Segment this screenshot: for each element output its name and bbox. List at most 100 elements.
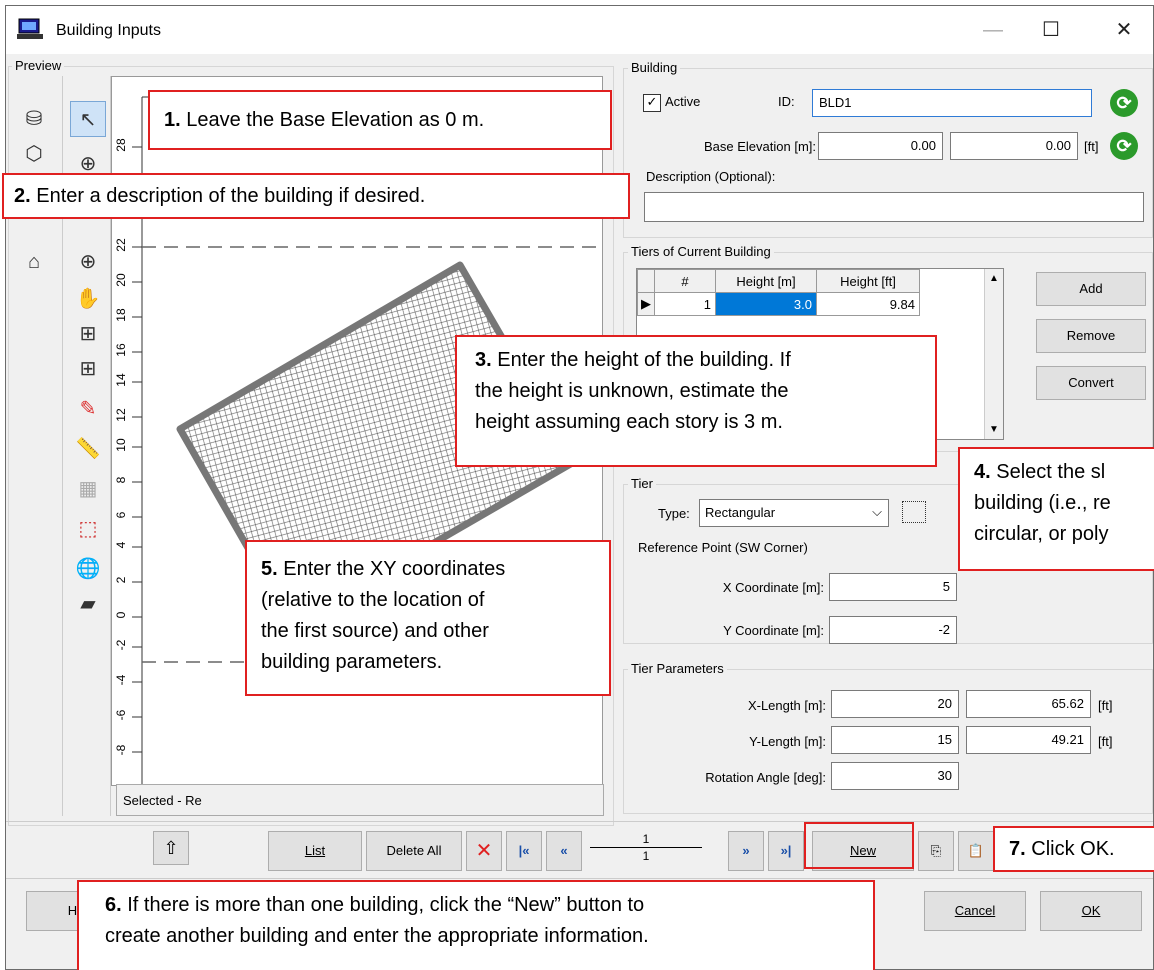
id-label: ID: xyxy=(778,94,795,109)
scroll-up-icon[interactable]: ▲ xyxy=(985,273,1003,284)
annotation-3: 3. Enter the height of the building. If … xyxy=(455,335,937,467)
annotation-5-line4: building parameters. xyxy=(261,651,443,673)
col-header-num[interactable]: # xyxy=(654,269,716,293)
refresh-elevation-icon[interactable]: ⟳ xyxy=(1110,132,1138,160)
maximize-button[interactable]: ☐ xyxy=(1031,14,1071,46)
list-button[interactable]: List xyxy=(268,831,362,871)
annotation-6: 6. If there is more than one building, c… xyxy=(77,880,875,970)
close-button[interactable]: ✕ xyxy=(1104,14,1144,46)
remove-tier-button[interactable]: Remove xyxy=(1036,319,1146,353)
ruler-label: 12 xyxy=(114,408,128,422)
delete-icon[interactable]: ✕ xyxy=(466,831,502,871)
ruler-label: -4 xyxy=(114,674,128,686)
scroll-down-icon[interactable]: ▼ xyxy=(985,424,1003,435)
annotation-3-line2: the height is unknown, estimate the xyxy=(475,380,789,402)
description-input[interactable] xyxy=(644,192,1144,222)
annotation-7-number: 7. xyxy=(1009,838,1026,860)
x-length-m-input[interactable]: 20 xyxy=(831,690,959,718)
rotation-angle-input[interactable]: 30 xyxy=(831,762,959,790)
add-tier-button[interactable]: Add xyxy=(1036,272,1146,306)
last-record-icon[interactable]: »| xyxy=(768,831,804,871)
x-length-ft-unit: [ft] xyxy=(1098,698,1113,713)
prev-record-icon[interactable]: « xyxy=(546,831,582,871)
preview-label: Preview xyxy=(12,58,65,73)
annotation-5-line1: Enter the XY coordinates xyxy=(277,558,506,580)
annotation-6-line2: create another building and enter the ap… xyxy=(105,925,649,947)
cell-height-ft[interactable]: 9.84 xyxy=(816,292,920,316)
minimize-button[interactable]: — xyxy=(973,14,1013,46)
annotation-1-number: 1. xyxy=(164,109,181,131)
ruler-label: 2 xyxy=(114,576,128,584)
app-icon xyxy=(16,18,44,40)
table-row[interactable]: ▶ 1 3.0 9.84 xyxy=(637,292,920,316)
rotation-angle-label: Rotation Angle [deg]: xyxy=(705,770,826,785)
pointer-tool-icon[interactable]: ↖ xyxy=(70,101,106,137)
y-length-m-input[interactable]: 15 xyxy=(831,726,959,754)
first-record-icon[interactable]: |« xyxy=(506,831,542,871)
id-input[interactable]: BLD1 xyxy=(812,89,1092,117)
import-icon[interactable]: ⇧ xyxy=(153,831,189,865)
col-header-height-m[interactable]: Height [m] xyxy=(715,269,817,293)
tier-group-label: Tier xyxy=(628,476,656,491)
ok-button[interactable]: OK xyxy=(1040,891,1142,931)
annotation-3-number: 3. xyxy=(475,349,492,371)
annotation-1-text: Leave the Base Elevation as 0 m. xyxy=(180,109,485,131)
annotation-4-line2: building (i.e., re xyxy=(974,492,1111,514)
building-outline-icon[interactable]: ▦ xyxy=(70,471,106,507)
select-rect-icon[interactable]: ⬚ xyxy=(70,511,106,547)
annotation-4-line3: circular, or poly xyxy=(974,523,1109,545)
divider xyxy=(6,821,1153,822)
annotation-7: 7. Click OK. xyxy=(993,826,1154,872)
ruler-icon[interactable]: 📏 xyxy=(70,431,106,467)
x-coordinate-label: X Coordinate [m]: xyxy=(722,580,824,595)
base-elevation-ft-input[interactable]: 0.00 xyxy=(950,132,1078,160)
cylinder-tool-icon[interactable]: ⛁ xyxy=(16,101,52,137)
tiers-scrollbar[interactable]: ▲ ▼ xyxy=(984,269,1003,439)
ruler-label: 8 xyxy=(114,476,128,484)
rectangle-shape-icon[interactable] xyxy=(902,501,926,523)
base-elevation-ft-unit: [ft] xyxy=(1084,139,1099,154)
annotation-6-line1: If there is more than one building, clic… xyxy=(121,894,645,916)
annotation-5-line2: (relative to the location of xyxy=(261,589,485,611)
x-length-ft-input[interactable]: 65.62 xyxy=(966,690,1091,718)
globe-icon[interactable]: 🌐 xyxy=(70,551,106,587)
pan-hand-icon[interactable]: ✋ xyxy=(70,281,106,317)
ruler-label: 18 xyxy=(114,308,128,322)
next-record-icon[interactable]: » xyxy=(728,831,764,871)
col-header-height-ft[interactable]: Height [ft] xyxy=(816,269,920,293)
title-bar: Building Inputs — ☐ ✕ xyxy=(6,6,1153,54)
paste-icon[interactable]: 📋 xyxy=(958,831,994,871)
convert-tier-button[interactable]: Convert xyxy=(1036,366,1146,400)
crosshair-icon[interactable]: ⊕ xyxy=(70,244,106,280)
cancel-button-label: Cancel xyxy=(954,903,996,918)
eraser-icon[interactable]: ✎ xyxy=(70,391,106,427)
cell-num[interactable]: 1 xyxy=(654,292,716,316)
zoom-fit-icon[interactable]: ⊞ xyxy=(70,351,106,387)
ruler-label: -6 xyxy=(114,709,128,721)
base-elevation-m-input[interactable]: 0.00 xyxy=(818,132,943,160)
annotation-4-line1: Select the sl xyxy=(990,461,1106,483)
x-coordinate-input[interactable]: 5 xyxy=(829,573,957,601)
annotation-4-number: 4. xyxy=(974,461,991,483)
annotation-1: 1. Leave the Base Elevation as 0 m. xyxy=(148,90,612,150)
tier-type-label: Type: xyxy=(658,506,690,521)
box-tool-icon[interactable]: ⬡ xyxy=(16,136,52,172)
record-current: 1 xyxy=(642,832,650,846)
annotation-5-number: 5. xyxy=(261,558,278,580)
delete-all-button[interactable]: Delete All xyxy=(366,831,462,871)
y-coordinate-input[interactable]: -2 xyxy=(829,616,957,644)
refresh-id-icon[interactable]: ⟳ xyxy=(1110,89,1138,117)
active-checkbox[interactable]: ✓ xyxy=(643,94,661,112)
zoom-extent-icon[interactable]: ⊞ xyxy=(70,316,106,352)
y-length-ft-input[interactable]: 49.21 xyxy=(966,726,1091,754)
x-length-label: X-Length [m]: xyxy=(747,698,826,713)
y-length-ft-unit: [ft] xyxy=(1098,734,1113,749)
cell-height-m[interactable]: 3.0 xyxy=(715,292,817,316)
copy-icon[interactable]: ⎘ xyxy=(918,831,954,871)
y-length-label: Y-Length [m]: xyxy=(749,734,826,749)
building-3d-icon[interactable]: ⌂ xyxy=(16,244,52,280)
layers-icon[interactable]: ▰ xyxy=(70,586,106,622)
tier-type-select[interactable]: Rectangular ⌵ xyxy=(699,499,889,527)
ruler-label: 28 xyxy=(114,138,128,152)
cancel-button[interactable]: Cancel xyxy=(924,891,1026,931)
